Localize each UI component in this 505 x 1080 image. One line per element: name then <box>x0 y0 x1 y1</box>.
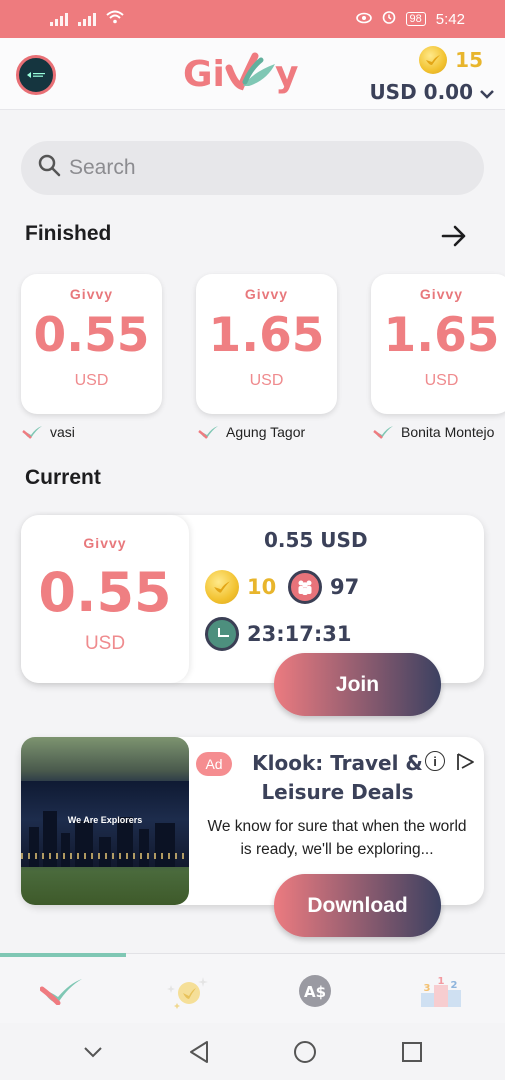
join-button[interactable]: Join <box>274 653 441 716</box>
balance-dropdown[interactable]: USD 0.00 <box>369 80 495 104</box>
back-icon[interactable] <box>188 1040 210 1064</box>
system-nav-bar <box>0 1023 505 1080</box>
card-amount: 1.65 <box>383 308 500 363</box>
coin-count: 15 <box>455 48 483 72</box>
givvy-leaf-icon <box>198 426 218 439</box>
adchoices-icon[interactable] <box>455 752 477 772</box>
winner-name-text: Agung Tagor <box>226 424 306 440</box>
eye-icon <box>355 11 372 28</box>
entry-coins-value: 10 <box>247 575 277 599</box>
download-button[interactable]: Download <box>274 874 441 937</box>
recents-icon[interactable] <box>401 1041 423 1063</box>
check-clock-icon <box>205 617 239 651</box>
finished-card[interactable]: Givvy 1.65 USD <box>371 274 505 414</box>
tab-home[interactable] <box>0 966 126 1016</box>
prize-label: 0.55 USD <box>264 528 368 552</box>
countdown-value: 23:17:31 <box>247 622 352 646</box>
ad-title[interactable]: Klook: Travel & Leisure Deals <box>240 749 435 807</box>
givvy-logo: Gi y <box>183 52 298 95</box>
coin-balance: 15 <box>419 46 483 74</box>
chevron-down-icon <box>479 80 495 104</box>
tab-indicator <box>0 953 126 957</box>
alarm-icon <box>382 10 396 28</box>
winner-name-text: Bonita Montejo <box>401 424 495 440</box>
winner-name-text: vasi <box>50 424 75 440</box>
card-currency: USD <box>424 372 459 389</box>
card-brand: Givvy <box>69 286 114 302</box>
svg-text:2: 2 <box>451 980 458 991</box>
app-header: Gi y 15 USD 0.00 <box>0 38 505 110</box>
home-icon[interactable] <box>293 1040 317 1064</box>
card-brand: Givvy <box>419 286 464 302</box>
card-currency: USD <box>249 372 284 389</box>
chevron-down-icon[interactable] <box>82 1045 104 1059</box>
card-brand: Givvy <box>244 286 289 302</box>
card-amount: 0.55 <box>38 561 172 624</box>
ad-image[interactable]: We Are Explorers <box>21 737 189 905</box>
participants: 97 <box>288 570 359 604</box>
winner-name: vasi <box>22 424 75 440</box>
winner-name: Agung Tagor <box>198 424 305 440</box>
participants-value: 97 <box>330 575 360 599</box>
battery-indicator: 98 <box>405 12 426 26</box>
coin-icon <box>205 570 239 604</box>
ad-description: We know for sure that when the world is … <box>207 818 467 858</box>
card-amount: 0.55 <box>33 308 150 363</box>
bottom-tab-bar: A$ 1 2 3 <box>0 953 505 1023</box>
finished-card[interactable]: Givvy 0.55 USD <box>21 274 162 414</box>
tab-leaderboard[interactable]: 1 2 3 <box>378 966 504 1016</box>
svg-text:3: 3 <box>424 983 431 994</box>
svg-text:y: y <box>275 54 298 95</box>
svg-text:A$: A$ <box>304 983 326 1001</box>
countdown: 23:17:31 <box>205 617 351 651</box>
givvy-leaf-icon <box>40 979 82 1005</box>
card-brand: Givvy <box>83 535 127 551</box>
balance-amount: USD 0.00 <box>369 80 473 104</box>
podium-icon: 1 2 3 <box>421 976 461 1007</box>
tab-coins[interactable] <box>126 966 252 1016</box>
currency-exchange-icon: A$ <box>299 975 331 1007</box>
info-icon[interactable]: i <box>425 751 445 771</box>
clock-time: 5:42 <box>435 10 465 28</box>
card-currency: USD <box>74 372 109 389</box>
signal-icon <box>50 12 68 26</box>
card-amount: 1.65 <box>208 308 325 363</box>
tab-exchange[interactable]: A$ <box>252 966 378 1016</box>
card-currency: USD <box>84 633 126 654</box>
entry-coins: 10 <box>205 570 276 604</box>
sparkle-coin-icon <box>167 977 208 1009</box>
search-icon <box>37 153 61 183</box>
winner-name: Bonita Montejo <box>373 424 494 440</box>
ad-image-caption: We Are Explorers <box>67 815 143 825</box>
finished-card[interactable]: Givvy 1.65 USD <box>196 274 337 414</box>
current-prize-tile: Givvy 0.55 USD <box>21 515 189 683</box>
coin-icon <box>419 46 448 74</box>
search-placeholder: Search <box>69 156 136 179</box>
ad-badge: Ad <box>196 752 232 776</box>
svg-text:1: 1 <box>438 976 445 987</box>
givvy-leaf-icon <box>22 426 42 439</box>
avatar[interactable] <box>16 55 56 95</box>
arrow-right-icon[interactable] <box>440 222 468 250</box>
status-bar-left <box>50 10 124 28</box>
givvy-leaf-icon <box>373 426 393 439</box>
current-title: Current <box>25 466 101 489</box>
status-bar: 98 5:42 <box>0 0 505 38</box>
search-input[interactable]: Search <box>21 141 484 195</box>
signal-icon-2 <box>78 12 96 26</box>
svg-text:Gi: Gi <box>183 54 225 95</box>
status-bar-right: 98 5:42 <box>355 10 465 28</box>
people-icon <box>288 570 322 604</box>
wifi-icon <box>106 10 124 28</box>
finished-title: Finished <box>25 222 112 245</box>
